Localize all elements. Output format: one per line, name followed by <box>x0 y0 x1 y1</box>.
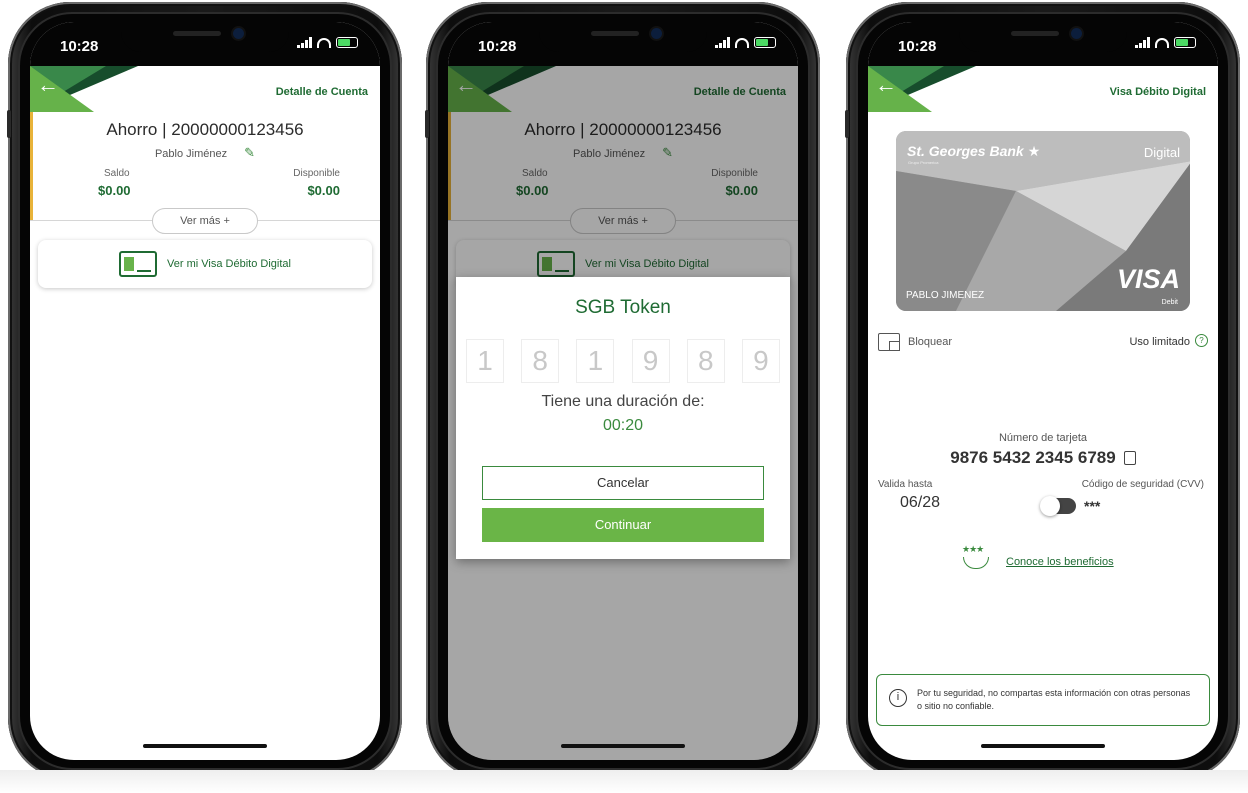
countdown-timer: 00:20 <box>602 417 644 434</box>
mute-switch <box>845 110 849 138</box>
signal-icon <box>297 37 312 48</box>
back-arrow-icon[interactable]: ← <box>875 74 897 96</box>
disponible-value: $0.00 <box>307 183 340 198</box>
security-notice-text: Por tu seguridad, no compartas esta info… <box>917 688 1191 711</box>
block-button[interactable]: Bloquear <box>908 336 952 348</box>
screen: 10:28 ← Detalle de Cuenta Ahorro | 20000… <box>448 22 798 760</box>
duration-label: Tiene una duración de: <box>541 393 705 410</box>
cancel-button[interactable]: Cancelar <box>482 466 764 500</box>
notch <box>959 22 1127 52</box>
phone-visa-debit: 10:28 ← Visa Débito Digital St. Georges … <box>845 2 1240 780</box>
token-digit: 8 <box>521 339 560 383</box>
mute-switch <box>7 110 11 138</box>
holder-name: Pablo Jiménez <box>154 148 228 160</box>
home-indicator[interactable] <box>143 744 267 748</box>
card-debit-label: Debit <box>1161 299 1178 306</box>
valid-until-label: Valida hasta <box>878 479 933 490</box>
visa-digital-label: Ver mi Visa Débito Digital <box>167 258 291 270</box>
dialog-title: SGB Token <box>575 297 671 318</box>
card-icon <box>119 251 158 277</box>
home-indicator[interactable] <box>981 744 1105 748</box>
cvv-label: Código de seguridad (CVV) <box>1081 479 1204 490</box>
benefits-icon: ★★★ <box>962 544 992 572</box>
token-digit: 9 <box>631 339 670 383</box>
battery-icon <box>336 37 358 48</box>
signal-icon <box>715 37 730 48</box>
notch <box>121 22 289 52</box>
battery-icon <box>1174 37 1196 48</box>
card-number-text: 9876 5432 2345 6789 <box>950 448 1116 467</box>
valid-until-value: 06/28 <box>900 494 941 511</box>
pencil-icon[interactable]: ✎ <box>244 145 255 160</box>
cvv-value: *** <box>1084 498 1101 514</box>
continue-button[interactable]: Continuar <box>482 508 764 542</box>
star-logo-icon: ★ <box>1027 143 1041 159</box>
bank-name-text: St. Georges Bank <box>907 143 1024 159</box>
card-controls: Bloquear Uso limitado ? <box>878 333 1208 355</box>
saldo-label: Saldo <box>104 168 130 179</box>
token-digit: 1 <box>466 339 504 383</box>
copy-icon[interactable] <box>1123 451 1136 465</box>
visa-logo: VISA <box>1116 264 1180 294</box>
status-icons <box>1135 37 1196 48</box>
limited-use-label: Uso limitado <box>1129 336 1190 348</box>
info-icon: i <box>889 689 907 707</box>
account-summary: Ahorro | 20000000123456 Pablo Jiménez ✎ … <box>30 112 380 220</box>
lock-card-icon[interactable] <box>878 333 900 351</box>
bank-name: St. Georges Bank ★ <box>907 143 1040 160</box>
signal-icon <box>1135 37 1150 48</box>
phone-account-detail: 10:28 ← Detalle de Cuenta Ahorro | 20000… <box>7 2 402 780</box>
bank-sub: Grupo Promerica <box>908 160 939 165</box>
screen: 10:28 ← Detalle de Cuenta Ahorro | 20000… <box>30 22 380 760</box>
page-title: Visa Débito Digital <box>1109 86 1206 98</box>
status-time: 10:28 <box>478 38 517 55</box>
cardholder-name: PABLO JIMENEZ <box>906 290 985 301</box>
security-notice: i Por tu seguridad, no compartas esta in… <box>876 674 1210 726</box>
token-dialog: SGB Token 1 8 1 9 8 9 Tiene una duración… <box>456 277 790 559</box>
account-name: Ahorro | 20000000123456 <box>106 120 304 139</box>
token-digit: 8 <box>686 339 725 383</box>
app-header: ← Detalle de Cuenta <box>30 66 380 112</box>
status-icons <box>715 37 776 48</box>
saldo-value: $0.00 <box>98 183 131 198</box>
token-digit: 9 <box>741 339 780 383</box>
home-indicator[interactable] <box>561 744 685 748</box>
debit-card: St. Georges Bank ★ Grupo Promerica Digita… <box>896 131 1190 311</box>
wifi-icon <box>1155 37 1169 48</box>
help-icon[interactable]: ? <box>1195 334 1208 347</box>
cvv-toggle[interactable] <box>1040 496 1076 516</box>
token-digits: 1 8 1 9 8 9 <box>466 339 780 383</box>
phone-token-modal: 10:28 ← Detalle de Cuenta Ahorro | 20000… <box>425 2 820 780</box>
back-arrow-icon[interactable]: ← <box>37 74 59 96</box>
card-number-label: Número de tarjeta <box>998 432 1088 444</box>
floor-shadow <box>0 770 1248 793</box>
status-time: 10:28 <box>898 38 937 55</box>
status-time: 10:28 <box>60 38 99 55</box>
account-holder: Pablo Jiménez ✎ <box>30 145 380 161</box>
notch <box>539 22 707 52</box>
screen: 10:28 ← Visa Débito Digital St. Georges … <box>868 22 1218 760</box>
page-title: Detalle de Cuenta <box>275 86 368 98</box>
card-type-label: Digital <box>1143 145 1180 160</box>
app-header: ← Visa Débito Digital <box>868 66 1218 112</box>
visa-digital-button[interactable]: Ver mi Visa Débito Digital <box>38 240 372 288</box>
status-icons <box>297 37 358 48</box>
ver-mas-button[interactable]: Ver más + <box>152 208 258 234</box>
mute-switch <box>425 110 429 138</box>
benefits-link[interactable]: Conoce los beneficios <box>1006 556 1114 568</box>
wifi-icon <box>317 37 331 48</box>
card-number: 9876 5432 2345 6789 <box>868 448 1218 468</box>
battery-icon <box>754 37 776 48</box>
token-digit: 1 <box>576 339 615 383</box>
wifi-icon <box>735 37 749 48</box>
disponible-label: Disponible <box>293 168 340 179</box>
